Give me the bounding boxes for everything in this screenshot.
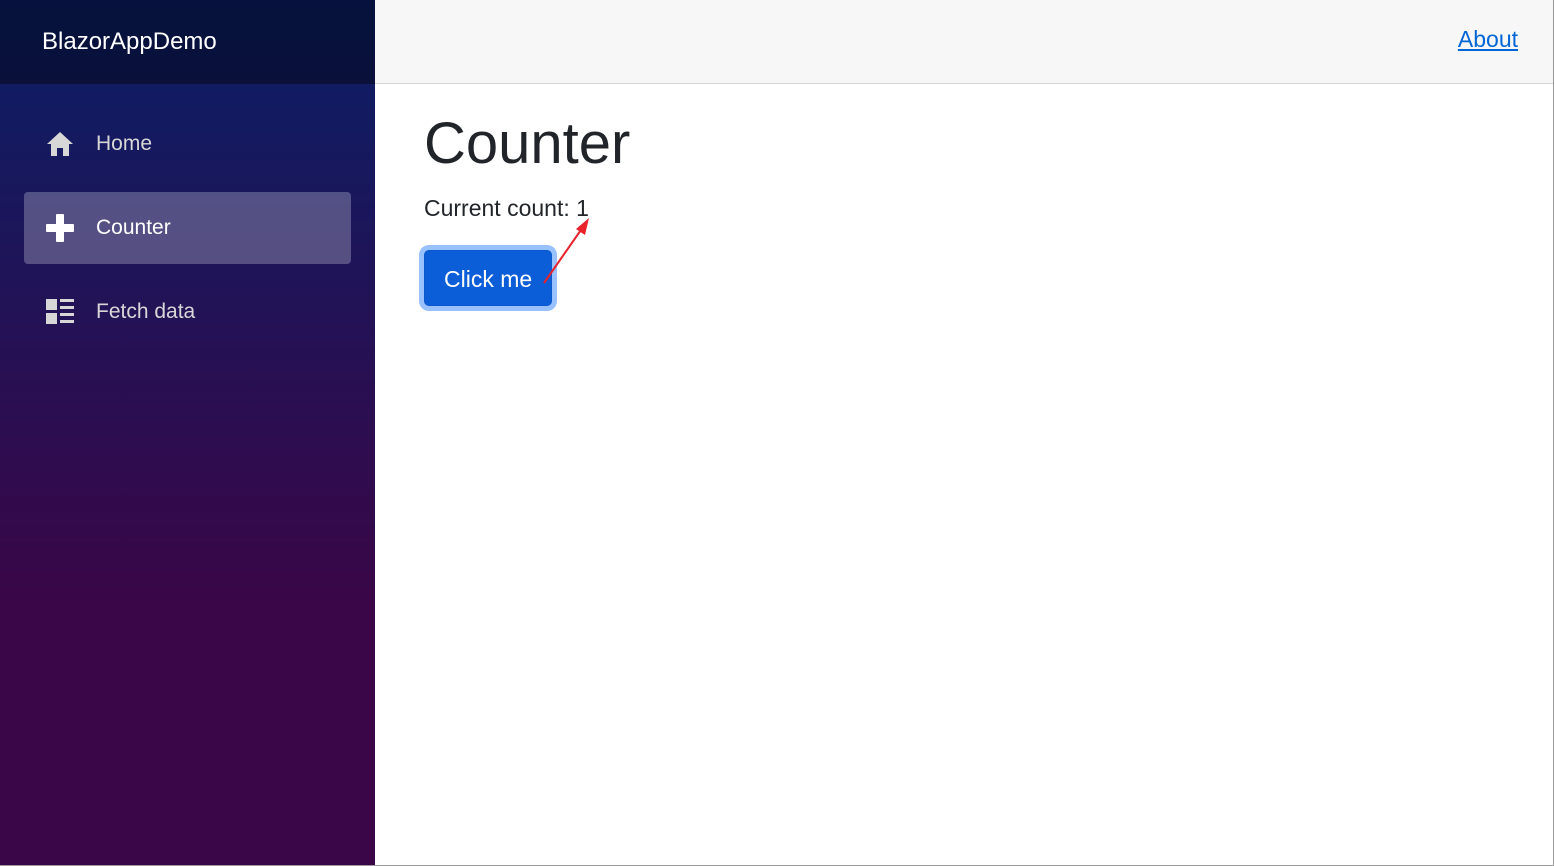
- browser-window: BlazorAppDemo Home Counter Fetch data Ab…: [0, 0, 1554, 866]
- brand-link[interactable]: BlazorAppDemo: [42, 28, 217, 56]
- count-label: Current count:: [424, 195, 577, 221]
- nav-item-home[interactable]: Home: [24, 108, 351, 180]
- sidebar: BlazorAppDemo Home Counter Fetch data: [0, 0, 375, 865]
- nav-item-label: Fetch data: [96, 300, 196, 323]
- nav-menu: Home Counter Fetch data: [0, 84, 375, 348]
- plus-icon: [46, 214, 74, 242]
- main-content: Counter Current count: 1 Click me: [424, 84, 1524, 306]
- page-title: Counter: [424, 111, 631, 176]
- home-icon: [46, 130, 74, 158]
- nav-item-label: Home: [96, 132, 153, 155]
- brand-bar: BlazorAppDemo: [0, 0, 375, 84]
- current-count-text: Current count: 1: [424, 194, 1524, 222]
- click-me-button[interactable]: Click me: [424, 250, 553, 306]
- nav-item-fetch-data[interactable]: Fetch data: [24, 276, 351, 348]
- about-link[interactable]: About: [1458, 26, 1518, 53]
- count-value: 1: [576, 195, 589, 221]
- top-row: About: [375, 0, 1553, 84]
- nav-item-label: Counter: [96, 216, 171, 239]
- list-icon: [46, 298, 74, 326]
- nav-item-counter[interactable]: Counter: [24, 192, 351, 264]
